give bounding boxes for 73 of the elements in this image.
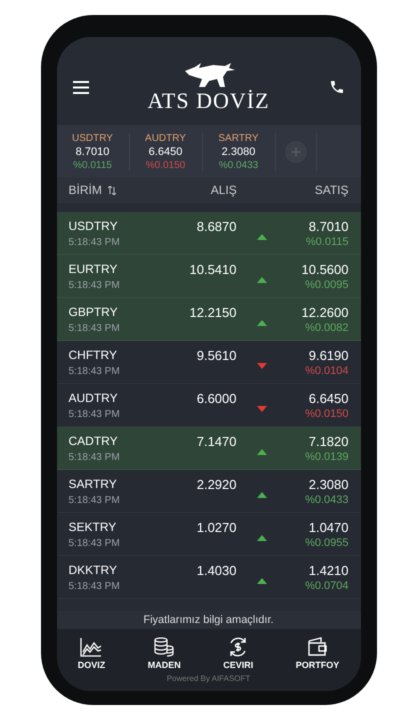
bid-price: 7.1470 [196, 434, 236, 449]
ask-price: 7.1820 [308, 434, 348, 448]
update-time: 5:18:43 PM [68, 322, 121, 334]
currency-row[interactable]: GBPTRY 5:18:43 PM 12.2150 12.2600 %0.0082 [56, 298, 360, 341]
update-time: 5:18:43 PM [68, 452, 121, 462]
currency-symbol: DKKTRY [68, 562, 118, 576]
change-percent: %0.0095 [305, 278, 348, 290]
currency-symbol: CADTRY [68, 434, 119, 448]
menu-icon[interactable] [72, 80, 88, 94]
bid-price: 1.4030 [196, 563, 236, 578]
nav-tab[interactable]: CEVIRI [223, 637, 254, 670]
wallet-icon [306, 637, 328, 657]
currency-symbol: CHFTRY [68, 348, 118, 362]
update-time: 5:18:43 PM [68, 366, 121, 376]
ticker-price: 6.6450 [148, 146, 182, 158]
change-percent: %0.0955 [305, 536, 348, 548]
currency-row[interactable]: USDTRY 5:18:43 PM 8.6870 8.7010 %0.0115 [56, 212, 360, 255]
change-percent: %0.0433 [305, 494, 348, 506]
column-header: SATIŞ [314, 183, 348, 197]
change-percent: %0.0082 [305, 322, 348, 334]
ticker-symbol: AUDTRY [145, 133, 186, 144]
ticker-symbol: USDTRY [72, 133, 113, 144]
app-logo-text: ATS DOVİZ [147, 89, 270, 113]
nav-tab[interactable]: DOVIZ [78, 637, 106, 670]
currency-symbol: SARTRY [68, 476, 118, 490]
ask-price: 10.5600 [302, 262, 348, 276]
column-header: ALIŞ [210, 183, 237, 197]
ticker-change: %0.0150 [146, 160, 186, 171]
currency-row[interactable]: EURTRY 5:18:43 PM 10.5410 10.5600 %0.0095 [56, 255, 360, 298]
ask-price: 8.7010 [308, 218, 348, 234]
ticker-change: %0.0115 [73, 160, 112, 171]
currency-symbol: GBPTRY [68, 304, 119, 318]
ask-price: 2.3080 [308, 476, 348, 492]
currency-row[interactable]: CADTRY 5:18:43 PM 7.1470 7.1820 %0.0139 [56, 427, 360, 470]
nav-tab[interactable]: PORTFOY [296, 637, 340, 670]
update-time: 5:18:43 PM [68, 538, 121, 548]
ask-price: 6.6450 [308, 390, 348, 406]
currency-symbol: SEKTRY [68, 520, 118, 534]
currency-symbol: EURTRY [68, 262, 118, 276]
ask-price: 1.4210 [308, 562, 348, 578]
change-percent: %0.0150 [305, 408, 348, 420]
ticker-symbol: SARTRY [218, 133, 259, 144]
change-percent: %0.0139 [305, 450, 348, 462]
chart-icon [80, 637, 102, 657]
sort-icon[interactable] [108, 186, 116, 194]
ask-price: 1.0470 [308, 520, 348, 534]
change-percent: %0.0115 [306, 236, 348, 248]
update-time: 5:18:43 PM [68, 494, 121, 506]
ask-price: 12.2600 [302, 304, 348, 320]
update-time: 5:18:43 PM [68, 236, 121, 248]
change-percent: %0.0704 [305, 580, 348, 592]
bid-price: 1.0270 [196, 520, 236, 535]
update-time: 5:18:43 PM [68, 580, 121, 592]
bid-price: 6.6000 [196, 391, 236, 406]
bid-price: 10.5410 [190, 262, 236, 277]
column-header[interactable]: BİRİM [68, 183, 102, 197]
disclaimer-text: Fiyatlarımız bilgi amaçlıdır. [56, 611, 360, 629]
bid-price: 12.2150 [190, 305, 236, 320]
ticker-price: 8.7010 [76, 146, 110, 158]
nav-tab[interactable]: MADEN [148, 637, 181, 670]
ticker-change: %0.0433 [218, 160, 258, 171]
coins-icon [153, 637, 176, 657]
currency-symbol: USDTRY [68, 218, 119, 232]
currency-symbol: AUDTRY [68, 390, 119, 404]
bid-price: 9.5610 [196, 348, 236, 363]
ask-price: 9.6190 [308, 348, 348, 362]
update-time: 5:18:43 PM [68, 408, 121, 420]
bid-price: 8.6870 [196, 219, 236, 234]
ticker-price: 2.3080 [222, 146, 256, 158]
bid-price: 2.2920 [196, 477, 236, 492]
change-percent: %0.0104 [305, 364, 348, 376]
phone-icon[interactable] [328, 79, 344, 95]
update-time: 5:18:43 PM [68, 280, 121, 290]
